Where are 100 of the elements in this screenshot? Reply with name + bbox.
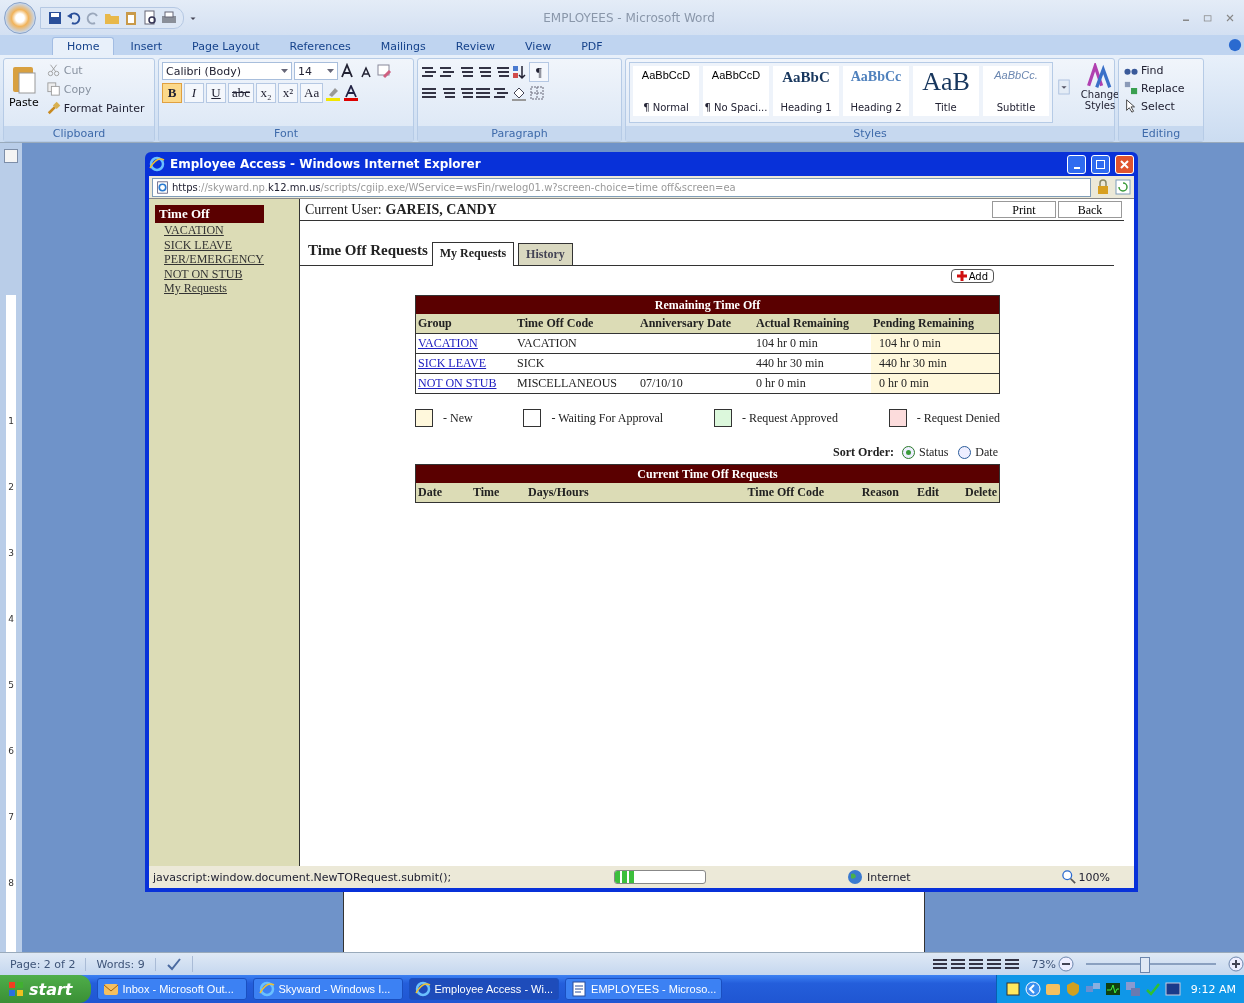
- paste-button[interactable]: Paste: [7, 62, 41, 123]
- select-button[interactable]: Select: [1122, 98, 1200, 114]
- sidebar-link[interactable]: NOT ON STUB: [155, 266, 295, 281]
- bullets-icon[interactable]: [421, 64, 437, 80]
- draft-icon[interactable]: [1003, 956, 1020, 972]
- replace-button[interactable]: Replace: [1122, 80, 1200, 96]
- ribbon-tab[interactable]: Mailings: [366, 38, 440, 55]
- style-option[interactable]: AaBbCcD ¶ Normal: [633, 66, 699, 116]
- tab-selector[interactable]: [4, 149, 18, 163]
- sidebar-link[interactable]: SICK LEAVE: [155, 237, 295, 252]
- reading-icon[interactable]: [949, 956, 966, 972]
- address-field[interactable]: https://skyward.np.k12.mn.us/scripts/cgiip.exe/WService=wsFin/rwelog01.w?screen-choice=time off&screen=ea: [152, 177, 1091, 197]
- globe-icon[interactable]: [847, 869, 863, 885]
- styles-letters-icon[interactable]: [1087, 63, 1113, 89]
- style-option[interactable]: AaBbC Heading 1: [773, 66, 839, 116]
- page-tab[interactable]: History: [518, 243, 573, 265]
- format-button[interactable]: I: [184, 83, 204, 103]
- add-button[interactable]: Add: [950, 269, 994, 283]
- close-button[interactable]: [1115, 154, 1134, 174]
- sidebar-link[interactable]: VACATION: [155, 223, 295, 238]
- zoom-out-icon[interactable]: [1058, 956, 1074, 972]
- group-link[interactable]: NOT ON STUB: [418, 376, 497, 390]
- numbering-icon[interactable]: [439, 64, 455, 80]
- caret-icon[interactable]: [327, 69, 334, 73]
- group-label: Styles: [626, 126, 1114, 141]
- taskbar-button[interactable]: Skyward - Windows I...: [252, 978, 403, 1000]
- maximize-button[interactable]: [1091, 154, 1110, 174]
- style-option[interactable]: AaB Title: [913, 66, 979, 116]
- style-option[interactable]: AaBbCc. Subtitle: [983, 66, 1049, 116]
- web-layout-icon[interactable]: [967, 956, 984, 972]
- legend-label: - Request Approved: [741, 410, 838, 426]
- nav-button[interactable]: Back: [1058, 201, 1122, 218]
- group-link[interactable]: VACATION: [418, 336, 478, 350]
- monitor-icon[interactable]: [1104, 981, 1121, 997]
- sidebar-link[interactable]: My Requests: [155, 281, 295, 296]
- style-option[interactable]: AaBbCcD ¶ No Spaci...: [703, 66, 769, 116]
- sidebar-link[interactable]: PER/EMERGENCY: [155, 252, 295, 267]
- format-button[interactable]: x₂: [256, 83, 277, 103]
- zoom-icon[interactable]: [1061, 870, 1076, 884]
- align-left-icon[interactable]: [421, 85, 437, 101]
- ribbon-tab[interactable]: View: [511, 38, 566, 55]
- find-button[interactable]: Find: [1122, 62, 1200, 78]
- save-icon[interactable]: [47, 9, 63, 26]
- ribbon-tab[interactable]: Page Layout: [178, 38, 274, 55]
- screen-icon[interactable]: [1164, 981, 1181, 997]
- cursor-icon[interactable]: [1124, 99, 1138, 113]
- font-name-field[interactable]: Calibri (Body): [162, 62, 292, 80]
- ribbon-tab[interactable]: Review: [441, 38, 510, 55]
- clipboard-icon[interactable]: [123, 9, 139, 26]
- outline-icon[interactable]: [985, 956, 1002, 972]
- pilcrow-button[interactable]: ¶: [529, 62, 549, 82]
- group-label: Clipboard: [4, 126, 154, 141]
- ribbon-tab[interactable]: Insert: [116, 38, 177, 55]
- sort-radio[interactable]: Status: [900, 445, 951, 460]
- line-spacing-icon[interactable]: [493, 85, 509, 101]
- sort-radio[interactable]: Date: [956, 445, 1000, 460]
- browser-logo-icon[interactable]: [149, 156, 165, 172]
- zoom-in-icon[interactable]: [1228, 956, 1244, 972]
- page-icon[interactable]: [156, 180, 169, 194]
- font-size-field[interactable]: 14: [294, 62, 338, 80]
- caret-icon[interactable]: [281, 69, 288, 73]
- column-header: Delete: [941, 483, 999, 502]
- lock-icon[interactable]: [1095, 179, 1111, 195]
- shading-icon[interactable]: [511, 85, 527, 101]
- ribbon-tab[interactable]: PDF: [567, 38, 617, 55]
- format-button[interactable]: U: [206, 83, 226, 103]
- style-option[interactable]: AaBbCc Heading 2: [843, 66, 909, 116]
- document-icon[interactable]: [571, 981, 588, 997]
- grow-font-icon[interactable]: [340, 63, 356, 79]
- nav-button[interactable]: Print: [992, 201, 1056, 218]
- group-link[interactable]: SICK LEAVE: [418, 356, 487, 370]
- font-color-icon[interactable]: [343, 85, 360, 101]
- ribbon-tab[interactable]: References: [275, 38, 365, 55]
- legend-label: - Request Denied: [916, 410, 1000, 426]
- taskbar-button[interactable]: Inbox - Microsoft Out...: [96, 978, 247, 1000]
- zoom-slider-thumb[interactable]: [1139, 957, 1150, 973]
- format-painter-button[interactable]: Format Painter: [44, 100, 147, 116]
- windows-flag-icon[interactable]: [8, 981, 24, 997]
- expand-tray-icon[interactable]: [1024, 981, 1041, 997]
- format-button[interactable]: Aa: [300, 83, 324, 103]
- sort-icon[interactable]: [511, 64, 527, 80]
- page-tab[interactable]: My Requests: [431, 242, 515, 266]
- ribbon-tab[interactable]: Home: [52, 37, 115, 55]
- browser-zoom[interactable]: 100%: [1078, 870, 1110, 884]
- format-button[interactable]: x²: [278, 83, 299, 103]
- format-button[interactable]: B: [162, 83, 182, 103]
- taskbar-button[interactable]: Employee Access - Wi...: [408, 978, 560, 1000]
- print-preview-icon[interactable]: [142, 9, 158, 26]
- justify-icon[interactable]: [475, 85, 491, 101]
- taskbar-button[interactable]: EMPLOYEES - Microso...: [565, 978, 723, 1000]
- clear-format-icon[interactable]: [376, 63, 392, 79]
- format-button[interactable]: abc: [228, 83, 255, 103]
- browser-logo-icon[interactable]: [414, 981, 431, 997]
- proofing-icon[interactable]: [165, 956, 182, 972]
- clock: 9:12 AM: [1190, 982, 1236, 996]
- print-layout-icon[interactable]: [931, 956, 948, 972]
- refresh-icon[interactable]: [1115, 179, 1131, 195]
- minimize-button[interactable]: [1067, 154, 1086, 174]
- check-icon[interactable]: [1144, 981, 1161, 997]
- printer-icon[interactable]: [161, 9, 177, 26]
